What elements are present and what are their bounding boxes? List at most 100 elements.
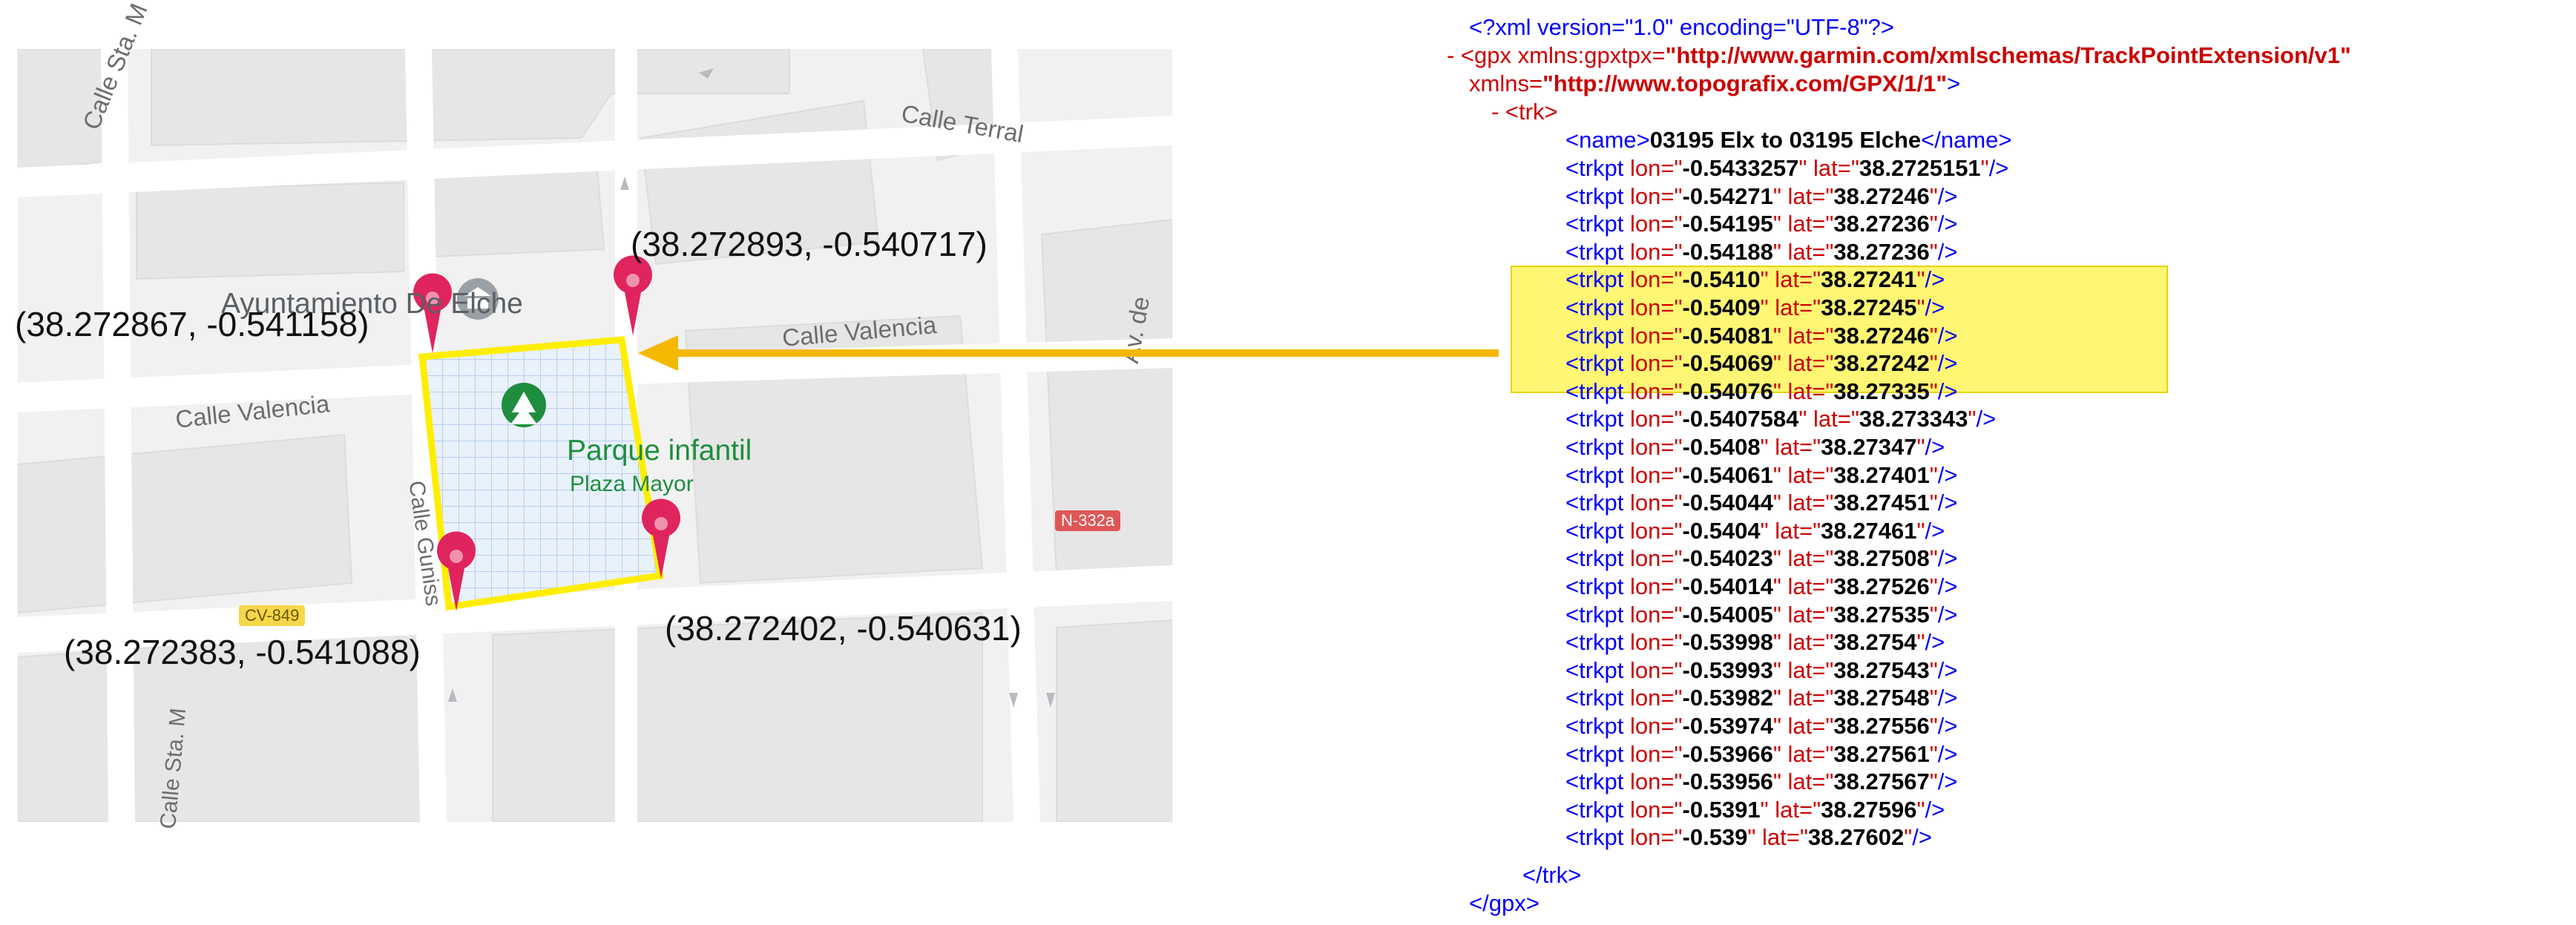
quote: " (1674, 155, 1683, 181)
park-subtitle: Plaza Mayor (570, 472, 694, 496)
lon-value: -0.54061 (1682, 461, 1773, 488)
lon-attr: lon= (1630, 656, 1675, 683)
lon-attr: lon= (1630, 796, 1675, 823)
quote: " (1825, 238, 1834, 265)
trkpt-tag-close: /> (1912, 824, 1932, 851)
name-close-tag: </name> (1921, 127, 2012, 153)
lon-value: -0.54195 (1682, 211, 1773, 237)
road-badge-cv: CV-849 (239, 605, 306, 626)
quote: " (1674, 350, 1683, 377)
trkpt-tag-open: <trkpt (1565, 768, 1631, 795)
map-panel[interactable]: Calle Sta. M Calle Terral Calle Valencia… (0, 0, 1190, 835)
quote: " (1904, 824, 1913, 851)
lat-attr: lat= (1762, 824, 1800, 851)
trkpt-tag-open: <trkpt (1565, 573, 1631, 599)
track-name: 03195 Elx to 03195 Elche (1649, 127, 1922, 153)
lat-value: 38.27347 (1821, 434, 1917, 460)
lon-attr: lon= (1630, 294, 1675, 320)
lon-attr: lon= (1630, 266, 1675, 293)
quote: " (1929, 182, 1938, 209)
quote: " (1916, 294, 1925, 320)
quote: " (1772, 629, 1788, 656)
quote: " (1825, 322, 1834, 349)
trkpt-tag-close: /> (1988, 155, 2009, 181)
lat-value: 38.27451 (1833, 490, 1930, 516)
trkpt-tag-open: <trkpt (1565, 601, 1631, 628)
quote: " (1929, 656, 1938, 683)
lon-attr: lon= (1630, 378, 1675, 404)
quote: " (1674, 740, 1683, 767)
park-name[interactable]: Parque infantil (567, 435, 752, 467)
trkpt-tag-close: /> (1937, 656, 1958, 683)
lat-attr: lat= (1787, 629, 1826, 656)
quote: " (1772, 685, 1788, 711)
trkpt-row: <trkpt lon="-0.54005" lat="38.27535"/> (1565, 601, 1957, 629)
trkpt-row: <trkpt lon="-0.54044" lat="38.27451"/> (1565, 489, 1957, 517)
quote: " (1929, 601, 1938, 628)
quote: " (1772, 573, 1788, 599)
lat-value: 38.27401 (1833, 461, 1930, 488)
quote: " (1825, 490, 1834, 516)
quote: " (1772, 238, 1788, 265)
quote: " (1980, 155, 1989, 181)
lat-attr: lat= (1787, 490, 1826, 516)
trkpt-row: <trkpt lon="-0.53966" lat="38.27561"/> (1565, 740, 1957, 768)
lon-value: -0.5408 (1682, 434, 1761, 460)
lon-value: -0.54081 (1682, 322, 1773, 349)
trkpt-row: <trkpt lon="-0.5433257" lat="38.2725151"… (1565, 154, 2008, 182)
trkpt-tag-open: <trkpt (1565, 824, 1631, 851)
trkpt-row: <trkpt lon="-0.5407584" lat="38.273343"/… (1565, 405, 1996, 433)
quote: " (1916, 796, 1925, 823)
trkpt-row: <trkpt lon="-0.54081" lat="38.27246"/> (1565, 322, 1957, 350)
lat-value: 38.27242 (1833, 350, 1930, 377)
lat-attr: lat= (1787, 378, 1826, 404)
lat-attr: lat= (1787, 573, 1826, 599)
lon-attr: lon= (1630, 545, 1675, 572)
lat-attr: lat= (1787, 545, 1826, 572)
lat-value: 38.27596 (1821, 796, 1917, 823)
trkpt-tag-open: <trkpt (1565, 266, 1631, 293)
quote: " (1674, 796, 1683, 823)
lon-value: -0.53966 (1682, 740, 1773, 767)
lon-value: -0.5391 (1682, 796, 1761, 823)
corner-label-top-right: (38.272893, -0.540717) (631, 225, 988, 263)
quote: " (1929, 490, 1938, 516)
trkpt-tag-close: /> (1937, 322, 1958, 349)
quote: " (1813, 434, 1821, 460)
quote: " (1760, 434, 1775, 460)
quote: " (1825, 211, 1834, 237)
lon-value: -0.54014 (1682, 573, 1773, 599)
quote: " (1825, 768, 1834, 795)
gpx-tag-end: > (1947, 70, 1961, 96)
trkpt-tag-close: /> (1937, 211, 1958, 237)
trkpt-tag-close: /> (1925, 434, 1945, 460)
quote: " (1674, 601, 1683, 628)
quote: " (1674, 629, 1683, 656)
lon-value: -0.53993 (1682, 656, 1773, 683)
trkpt-tag-close: /> (1937, 350, 1958, 377)
lon-value: -0.53956 (1682, 768, 1773, 795)
trkpt-tag-close: /> (1937, 685, 1958, 711)
quote: " (1825, 350, 1834, 377)
gpx-xml-panel: <?xml version="1.0" encoding="UTF-8"?> -… (1447, 13, 2567, 916)
lon-attr: lon= (1630, 211, 1675, 237)
quote: " (1772, 768, 1788, 795)
quote: " (1674, 713, 1683, 739)
name-line: <name>03195 Elx to 03195 Elche</name> (1565, 126, 2012, 154)
trkpt-row: <trkpt lon="-0.5408" lat="38.27347"/> (1565, 433, 1945, 461)
lon-attr: lon= (1630, 434, 1675, 460)
quote: " (1798, 155, 1814, 181)
quote: " (1929, 461, 1938, 488)
quote: " (1674, 685, 1683, 711)
lat-value: 38.273343 (1859, 406, 1968, 432)
lat-value: 38.27567 (1833, 768, 1930, 795)
trkpt-row: <trkpt lon="-0.54023" lat="38.27508"/> (1565, 544, 1957, 573)
trkpt-tag-open: <trkpt (1565, 796, 1631, 823)
trkpt-tag-close: /> (1937, 490, 1958, 516)
trkpt-tag-open: <trkpt (1565, 238, 1631, 265)
quote: " (1674, 434, 1683, 460)
lat-value: 38.27548 (1833, 685, 1930, 711)
quote: " (1747, 824, 1763, 851)
quote: " (1674, 768, 1683, 795)
trkpt-tag-open: <trkpt (1565, 545, 1631, 572)
